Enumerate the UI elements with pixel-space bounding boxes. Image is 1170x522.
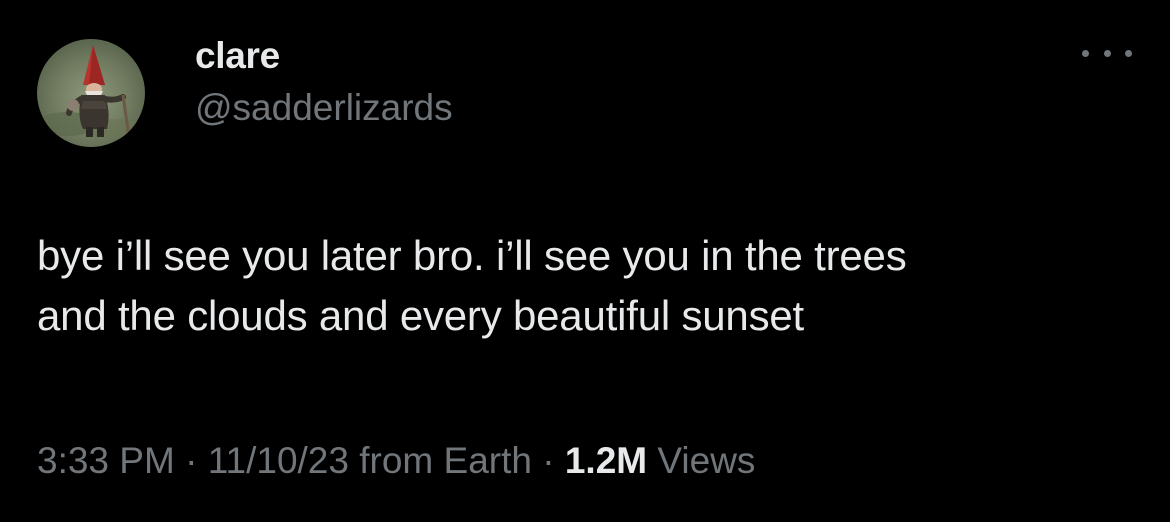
display-name[interactable]: clare [195, 34, 280, 78]
more-options-icon-dot [1103, 49, 1111, 57]
tweet-date[interactable]: 11/10/23 [208, 440, 349, 481]
tweet-meta: 3:33 PM · 11/10/23 from Earth · 1.2M Vie… [37, 438, 755, 484]
tweet-text-line: bye i’ll see you later bro. i’ll see you… [37, 232, 907, 279]
more-options-button[interactable] [1082, 38, 1132, 68]
meta-separator: · [531, 440, 565, 481]
meta-separator: · [174, 440, 208, 481]
tweet-source: from Earth [359, 440, 532, 481]
tweet-text: bye i’ll see you later bro. i’ll see you… [37, 226, 1137, 346]
views-label: Views [657, 440, 756, 481]
more-options-icon [1082, 49, 1089, 57]
views-link[interactable]: 1.2M Views [565, 440, 756, 481]
tweet: clare @sadderlizards bye i’ll see you la… [0, 0, 1170, 522]
tweet-text-line: and the clouds and every beautiful sunse… [37, 292, 804, 339]
views-count: 1.2M [564, 440, 648, 481]
user-handle[interactable]: @sadderlizards [195, 86, 453, 130]
tweet-time[interactable]: 3:33 PM [37, 440, 175, 481]
avatar[interactable] [37, 39, 145, 147]
more-options-icon-dot [1125, 49, 1132, 57]
gnome-avatar-icon [37, 39, 145, 147]
